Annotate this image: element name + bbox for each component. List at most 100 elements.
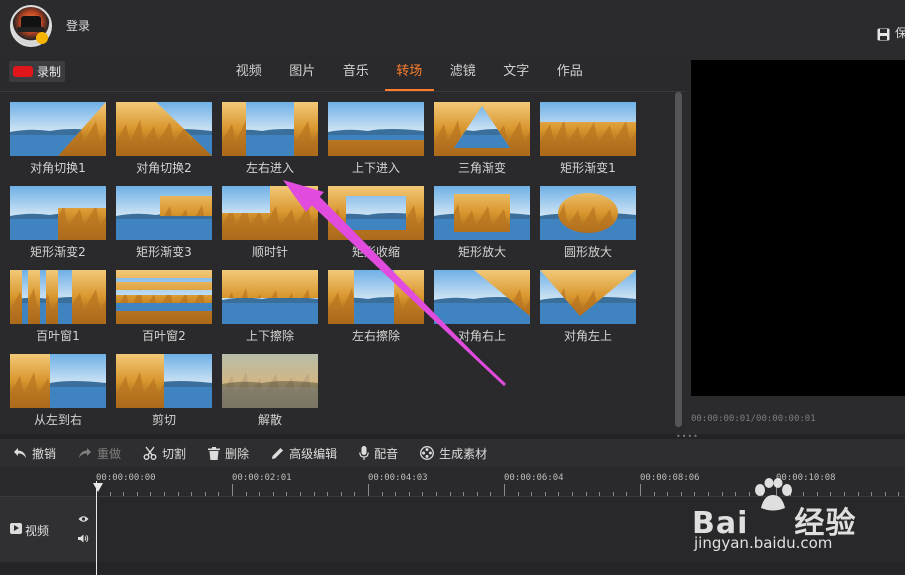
transition-item[interactable]: 从左到右 (10, 354, 106, 427)
transition-item[interactable]: 对角切换2 (116, 102, 212, 175)
transition-thumbnail (116, 102, 212, 156)
ruler-spacer (0, 467, 96, 496)
tab-4[interactable]: 滤镜 (436, 52, 490, 92)
transition-item[interactable]: 左右擦除 (328, 270, 424, 343)
transition-item[interactable]: 三角渐变 (434, 102, 530, 175)
transition-item[interactable]: 矩形收缩 (328, 186, 424, 259)
eye-icon[interactable] (78, 515, 89, 523)
transition-label: 顺时针 (251, 245, 288, 259)
timeline-scrollbar[interactable] (0, 562, 905, 575)
transition-label: 矩形收缩 (351, 245, 400, 259)
transition-label: 上下擦除 (245, 329, 294, 343)
avatar-badge (36, 32, 48, 44)
undo-icon (14, 448, 26, 458)
film-reel-icon (420, 446, 435, 460)
tab-5[interactable]: 文字 (490, 52, 544, 92)
transition-item[interactable]: 对角左上 (540, 270, 636, 343)
delete-label: 删除 (225, 446, 250, 461)
transition-item[interactable]: 左右进入 (222, 102, 318, 175)
pencil-icon (272, 447, 284, 459)
dub-button[interactable]: 配音 (359, 445, 398, 462)
transition-item[interactable]: 上下进入 (328, 102, 424, 175)
transition-thumbnail (222, 102, 318, 156)
preview-timecode: 00:00:00:01/00:00:00:01 (691, 414, 816, 424)
transition-thumbnail (434, 102, 530, 156)
generate-material-button[interactable]: 生成素材 (420, 445, 487, 462)
video-track-header: 视频 (0, 496, 96, 562)
transition-label: 矩形渐变3 (136, 245, 192, 259)
transition-item[interactable]: 上下擦除 (222, 270, 318, 343)
transition-item[interactable]: 对角切换1 (10, 102, 106, 175)
tab-3[interactable]: 转场 (383, 52, 437, 92)
delete-button[interactable]: 删除 (208, 445, 249, 462)
split-button[interactable]: 切割 (143, 445, 186, 462)
transition-thumbnail (328, 270, 424, 324)
transition-label: 百叶窗2 (142, 329, 186, 343)
undo-label: 撤销 (32, 446, 57, 461)
user-avatar[interactable] (10, 5, 52, 47)
transition-item[interactable]: 解散 (222, 354, 318, 427)
material-scrollbar[interactable] (675, 92, 682, 427)
transition-thumbnail (10, 186, 106, 240)
scrollbar-thumb[interactable] (675, 92, 682, 427)
transition-item[interactable]: 矩形渐变2 (10, 186, 106, 259)
ruler-label: 00:00:04:03 (368, 473, 428, 483)
category-tabs: 视频 图片 音乐 转场 滤镜 文字 作品 (222, 52, 597, 92)
transition-thumbnail (10, 102, 106, 156)
undo-button[interactable]: 撤销 (13, 445, 56, 462)
baidu-jingyan-watermark: Bai 经验 jingyan.baidu.com (692, 478, 902, 558)
save-label[interactable]: 保 (895, 24, 905, 41)
video-editor-window: 登录 保 录制 视频图片音乐转场滤镜文字作品 对角切换1 对角切换2 (0, 0, 905, 575)
transition-item[interactable]: 剪切 (116, 354, 212, 427)
transition-item[interactable]: 矩形渐变3 (116, 186, 212, 259)
playhead-handle-icon[interactable] (93, 483, 103, 492)
transition-item[interactable]: 对角右上 (434, 270, 530, 343)
transition-thumbnail (116, 354, 212, 408)
redo-label: 重做 (97, 446, 122, 461)
tab-6[interactable]: 作品 (543, 52, 597, 92)
transition-label: 对角左上 (563, 329, 612, 343)
transition-item[interactable]: 圆形放大 (540, 186, 636, 259)
generate-material-label: 生成素材 (439, 446, 488, 461)
video-track-name: 视频 (25, 524, 50, 538)
transition-thumbnail (540, 270, 636, 324)
transition-thumbnail (328, 102, 424, 156)
transition-item[interactable]: 顺时针 (222, 186, 318, 259)
edit-toolbar: 撤销 重做 切割 删除 高级编辑 配音 生成素材 (0, 439, 905, 467)
transition-item[interactable]: 百叶窗1 (10, 270, 106, 343)
watermark-url: jingyan.baidu.com (694, 534, 833, 552)
transition-label: 剪切 (151, 413, 176, 427)
tab-1[interactable]: 图片 (276, 52, 330, 92)
save-icon[interactable] (877, 28, 890, 41)
advanced-edit-button[interactable]: 高级编辑 (271, 445, 337, 462)
playhead-line[interactable] (96, 481, 97, 575)
tab-0[interactable]: 视频 (222, 52, 276, 92)
transition-thumbnail (222, 186, 318, 240)
ruler-label: 00:00:08:06 (640, 473, 700, 483)
ruler-tick (232, 484, 233, 496)
ruler-tick (640, 484, 641, 496)
trash-icon (208, 446, 221, 460)
transition-thumbnail (116, 186, 212, 240)
tab-2[interactable]: 音乐 (329, 52, 383, 92)
transition-item[interactable]: 矩形放大 (434, 186, 530, 259)
transition-label: 左右进入 (245, 161, 294, 175)
preview-panel: 00:00:00:01/00:00:00:01 (685, 52, 905, 434)
login-link[interactable]: 登录 (66, 17, 90, 34)
advanced-edit-label: 高级编辑 (289, 446, 338, 461)
transition-label: 圆形放大 (563, 245, 612, 259)
ruler-label: 00:00:06:04 (504, 473, 564, 483)
transition-thumbnail (222, 270, 318, 324)
transition-thumbnail (434, 186, 530, 240)
transition-item[interactable]: 百叶窗2 (116, 270, 212, 343)
record-button[interactable]: 录制 (9, 61, 65, 82)
transition-label: 从左到右 (33, 413, 82, 427)
transition-label: 矩形渐变1 (560, 161, 616, 175)
transition-label: 对角切换1 (30, 161, 86, 175)
transition-item[interactable]: 矩形渐变1 (540, 102, 636, 175)
ruler-label: 00:00:02:01 (232, 473, 292, 483)
redo-icon (79, 448, 92, 458)
redo-button[interactable]: 重做 (78, 445, 121, 462)
volume-icon[interactable] (78, 534, 89, 543)
ruler-label: 00:00:00:00 (96, 473, 156, 483)
